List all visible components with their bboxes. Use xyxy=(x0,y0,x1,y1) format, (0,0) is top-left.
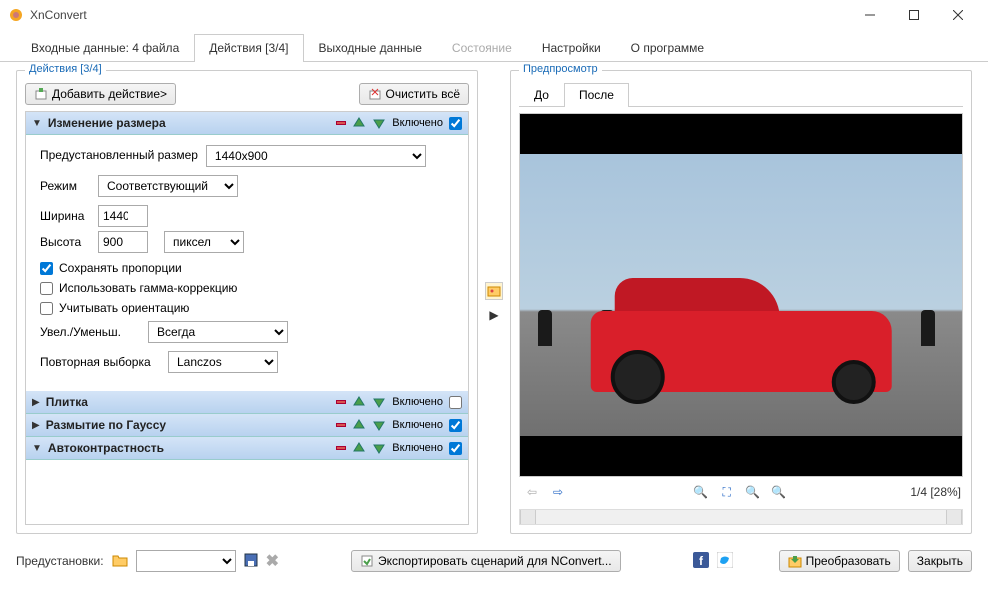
clear-icon xyxy=(368,87,382,101)
preview-status: 1/4 [28%] xyxy=(910,485,961,499)
keep-ratio-label: Сохранять пропорции xyxy=(59,261,182,275)
action-header-resize[interactable]: ▼ Изменение размера Включено xyxy=(26,112,468,135)
move-down-icon[interactable] xyxy=(372,395,386,409)
minimize-button[interactable] xyxy=(848,0,892,30)
height-label: Высота xyxy=(40,235,90,249)
zoom-100-icon[interactable]: 🔍 xyxy=(742,481,764,503)
mode-select[interactable]: Соответствующий xyxy=(98,175,238,197)
action-name: Плитка xyxy=(46,395,331,409)
convert-button[interactable]: Преобразовать xyxy=(779,550,900,572)
tab-status: Состояние xyxy=(437,34,527,61)
remove-action-icon[interactable] xyxy=(336,423,346,427)
delete-icon[interactable]: ✖ xyxy=(266,551,279,571)
remove-action-icon[interactable] xyxy=(336,446,346,450)
prev-image-button[interactable]: ⇦ xyxy=(521,481,543,503)
resample-label: Повторная выборка xyxy=(40,355,160,369)
action-enabled-checkbox[interactable] xyxy=(449,419,462,432)
preset-select[interactable]: 1440x900 xyxy=(206,145,426,167)
close-button[interactable] xyxy=(936,0,980,30)
width-input[interactable] xyxy=(98,205,148,227)
remove-action-icon[interactable] xyxy=(336,400,346,404)
actions-panel-title: Действия [3/4] xyxy=(25,63,106,75)
add-action-button[interactable]: Добавить действие> xyxy=(25,83,176,105)
collapse-icon: ▼ xyxy=(32,118,42,129)
tab-after[interactable]: После xyxy=(564,83,629,107)
convert-icon xyxy=(788,554,802,568)
tab-settings[interactable]: Настройки xyxy=(527,34,616,61)
enlarge-select[interactable]: Всегда xyxy=(148,321,288,343)
preview-image xyxy=(519,113,963,477)
action-name: Размытие по Гауссу xyxy=(46,418,331,432)
window-title: XnConvert xyxy=(30,8,848,22)
clear-all-label: Очистить всё xyxy=(386,87,460,101)
move-up-icon[interactable] xyxy=(352,441,366,455)
zoom-out-icon[interactable]: 🔍 xyxy=(768,481,790,503)
zoom-in-icon[interactable]: 🔍 xyxy=(690,481,712,503)
action-header-blur[interactable]: ▶ Размытие по Гауссу Включено xyxy=(26,414,468,437)
mode-label: Режим xyxy=(40,179,90,193)
enlarge-label: Увел./Уменьш. xyxy=(40,325,140,339)
presets-label: Предустановки: xyxy=(16,554,104,568)
move-up-icon[interactable] xyxy=(352,418,366,432)
gamma-checkbox[interactable] xyxy=(40,282,53,295)
expand-arrow-icon[interactable]: ▶ xyxy=(489,308,498,322)
height-input[interactable] xyxy=(98,231,148,253)
preset-label: Предустановленный размер xyxy=(40,148,198,164)
enabled-label: Включено xyxy=(392,442,443,454)
action-name: Изменение размера xyxy=(48,116,330,130)
resample-select[interactable]: Lanczos xyxy=(168,351,278,373)
action-header-autocontrast[interactable]: ▼ Автоконтрастность Включено xyxy=(26,437,468,460)
collapse-icon: ▼ xyxy=(32,443,42,454)
move-up-icon[interactable] xyxy=(352,116,366,130)
keep-ratio-checkbox[interactable] xyxy=(40,262,53,275)
presets-select[interactable] xyxy=(136,550,236,572)
width-label: Ширина xyxy=(40,209,90,223)
folder-icon[interactable] xyxy=(112,553,128,570)
enabled-label: Включено xyxy=(392,419,443,431)
add-action-label: Добавить действие> xyxy=(52,87,167,101)
export-icon xyxy=(360,554,374,568)
tab-about[interactable]: О программе xyxy=(616,34,719,61)
enabled-label: Включено xyxy=(392,396,443,408)
gamma-label: Использовать гамма-коррекцию xyxy=(59,281,237,295)
action-header-tile[interactable]: ▶ Плитка Включено xyxy=(26,391,468,414)
twitter-icon[interactable] xyxy=(717,552,733,571)
next-image-button[interactable]: ⇨ xyxy=(547,481,569,503)
action-enabled-checkbox[interactable] xyxy=(449,396,462,409)
orient-checkbox[interactable] xyxy=(40,302,53,315)
horizontal-scrollbar[interactable] xyxy=(519,509,963,525)
convert-label: Преобразовать xyxy=(806,554,891,568)
enabled-label: Включено xyxy=(392,117,443,129)
move-down-icon[interactable] xyxy=(372,441,386,455)
preview-toggle-icon[interactable] xyxy=(485,282,503,300)
maximize-button[interactable] xyxy=(892,0,936,30)
close-app-button[interactable]: Закрыть xyxy=(908,550,972,572)
export-button[interactable]: Экспортировать сценарий для NConvert... xyxy=(351,550,621,572)
add-icon xyxy=(34,87,48,101)
facebook-icon[interactable]: f xyxy=(693,552,709,571)
close-label: Закрыть xyxy=(917,554,963,568)
tab-before[interactable]: До xyxy=(519,83,564,106)
tab-input[interactable]: Входные данные: 4 файла xyxy=(16,34,194,61)
clear-all-button[interactable]: Очистить всё xyxy=(359,83,469,105)
preview-panel-title: Предпросмотр xyxy=(519,63,602,75)
tab-actions[interactable]: Действия [3/4] xyxy=(194,34,303,62)
action-name: Автоконтрастность xyxy=(48,441,330,455)
action-enabled-checkbox[interactable] xyxy=(449,117,462,130)
unit-select[interactable]: пиксел xyxy=(164,231,244,253)
action-enabled-checkbox[interactable] xyxy=(449,442,462,455)
save-icon[interactable] xyxy=(244,553,258,570)
move-down-icon[interactable] xyxy=(372,116,386,130)
move-down-icon[interactable] xyxy=(372,418,386,432)
app-icon xyxy=(8,7,24,23)
expand-icon: ▶ xyxy=(32,420,40,431)
remove-action-icon[interactable] xyxy=(336,121,346,125)
zoom-fit-icon[interactable]: ⛶ xyxy=(716,481,738,503)
orient-label: Учитывать ориентацию xyxy=(59,301,189,315)
move-up-icon[interactable] xyxy=(352,395,366,409)
export-label: Экспортировать сценарий для NConvert... xyxy=(378,554,612,568)
tab-output[interactable]: Выходные данные xyxy=(304,34,437,61)
expand-icon: ▶ xyxy=(32,397,40,408)
